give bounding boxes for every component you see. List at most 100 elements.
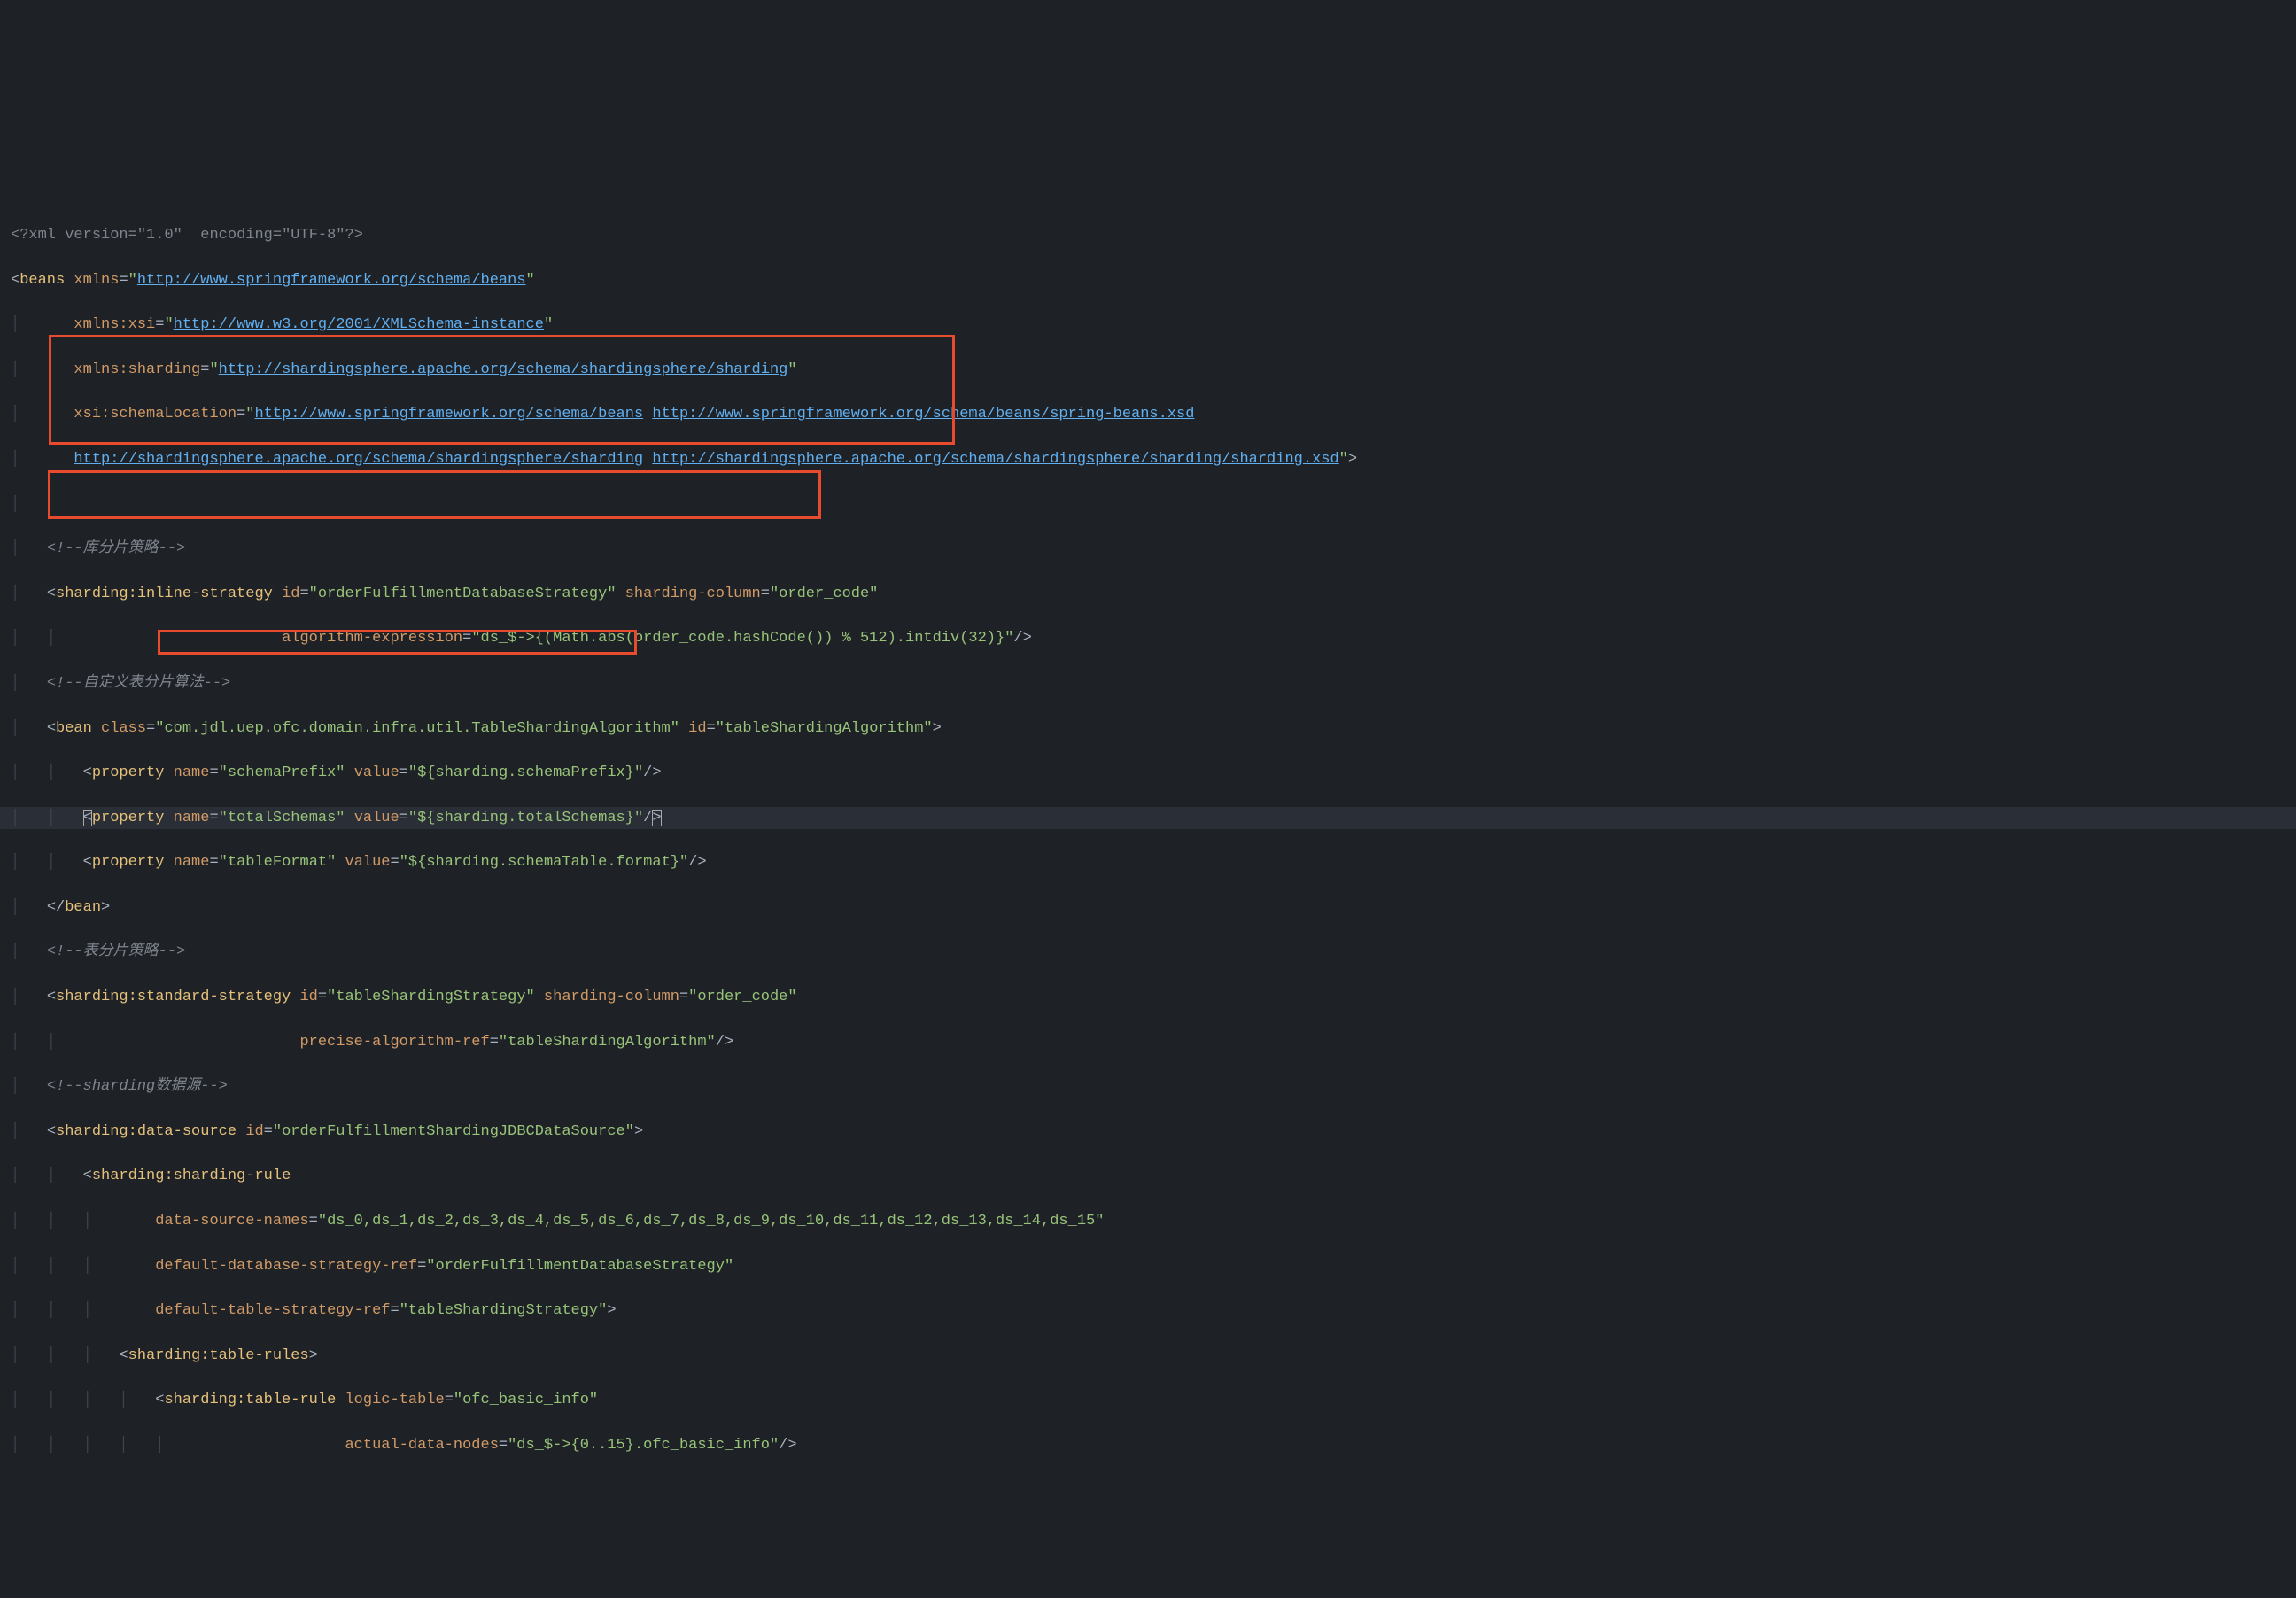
code-line[interactable]: │ <!--sharding数据源-->: [0, 1075, 2296, 1098]
attr-name: xmlns:sharding: [74, 361, 200, 378]
code-line[interactable]: │ <sharding:data-source id="orderFulfill…: [0, 1121, 2296, 1143]
code-line[interactable]: │ <sharding:standard-strategy id="tableS…: [0, 986, 2296, 1008]
code-line[interactable]: │ xmlns:sharding="http://shardingsphere.…: [0, 359, 2296, 381]
attr-value: "ds_0,ds_1,ds_2,ds_3,ds_4,ds_5,ds_6,ds_7…: [318, 1213, 1105, 1230]
tag-name: sharding:inline-strategy: [56, 586, 273, 602]
comment: <!--表分片策略-->: [47, 943, 185, 960]
code-line[interactable]: │ <!--表分片策略-->: [0, 941, 2296, 963]
attr-name: name: [174, 854, 210, 871]
tag-name: sharding:standard-strategy: [56, 989, 291, 1005]
code-line[interactable]: <beans xmlns="http://www.springframework…: [0, 269, 2296, 291]
code-line[interactable]: │: [0, 493, 2296, 516]
code-line[interactable]: │ xmlns:xsi="http://www.w3.org/2001/XMLS…: [0, 314, 2296, 336]
code-line[interactable]: │ │ <property name="schemaPrefix" value=…: [0, 762, 2296, 784]
code-line[interactable]: │ http://shardingsphere.apache.org/schem…: [0, 448, 2296, 470]
attr-name: actual-data-nodes: [345, 1437, 498, 1454]
url[interactable]: http://www.springframework.org/schema/be…: [137, 272, 526, 289]
code-line[interactable]: │ │ │ │ │ actual-data-nodes="ds_$->{0..1…: [0, 1434, 2296, 1456]
attr-value: "order_code": [688, 989, 796, 1005]
tag-name: bean: [56, 720, 92, 737]
code-line[interactable]: │ </bean>: [0, 896, 2296, 919]
tag-name: sharding:table-rules: [128, 1347, 309, 1364]
attr-value: "tableShardingAlgorithm": [499, 1034, 716, 1051]
attr-name: sharding-column: [544, 989, 679, 1005]
attr-value: "tableShardingStrategy": [399, 1302, 608, 1319]
tag-name: property: [92, 854, 165, 871]
attr-name: name: [174, 764, 210, 781]
xml-pi-open: <?xml: [11, 227, 65, 244]
code-line[interactable]: │ │ algorithm-expression="ds_$->{(Math.a…: [0, 627, 2296, 649]
url[interactable]: http://www.springframework.org/schema/be…: [254, 406, 643, 423]
tag-name: sharding:sharding-rule: [92, 1167, 291, 1184]
attr-value: "${sharding.schemaPrefix}": [408, 764, 643, 781]
attr-value: "tableFormat": [219, 854, 337, 871]
attr-name: encoding: [200, 227, 273, 244]
tag-name: property: [92, 810, 165, 826]
code-line-active[interactable]: │ │ <property name="totalSchemas" value=…: [0, 807, 2296, 829]
attr-name: precise-algorithm-ref: [299, 1034, 489, 1051]
attr-name: default-database-strategy-ref: [155, 1258, 417, 1275]
attr-value: "schemaPrefix": [219, 764, 345, 781]
attr-name: class: [101, 720, 146, 737]
url[interactable]: http://shardingsphere.apache.org/schema/…: [74, 451, 643, 468]
attr-name: version: [65, 227, 128, 244]
attr-name: id: [688, 720, 706, 737]
attr-value: "com.jdl.uep.ofc.domain.infra.util.Table…: [155, 720, 679, 737]
code-line[interactable]: │ │ <sharding:sharding-rule: [0, 1165, 2296, 1187]
tag-name: sharding:table-rule: [164, 1392, 336, 1408]
attr-name: value: [354, 764, 399, 781]
code-line[interactable]: <?xml version="1.0" encoding="UTF-8"?>: [0, 224, 2296, 246]
attr-name: id: [245, 1123, 263, 1140]
tag-name: property: [92, 764, 165, 781]
url[interactable]: http://www.springframework.org/schema/be…: [652, 406, 1194, 423]
attr-value: "orderFulfillmentDatabaseStrategy": [309, 586, 617, 602]
attr-name: logic-table: [345, 1392, 444, 1408]
code-line[interactable]: │ <!--库分片策略-->: [0, 538, 2296, 560]
attr-value: "orderFulfillmentDatabaseStrategy": [426, 1258, 733, 1275]
tag-name: sharding:data-source: [56, 1123, 237, 1140]
code-line[interactable]: │ │ <property name="tableFormat" value="…: [0, 851, 2296, 873]
code-line[interactable]: │ │ precise-algorithm-ref="tableSharding…: [0, 1031, 2296, 1053]
code-line[interactable]: │ │ │ default-database-strategy-ref="ord…: [0, 1255, 2296, 1277]
code-line[interactable]: │ │ │ data-source-names="ds_0,ds_1,ds_2,…: [0, 1210, 2296, 1232]
url[interactable]: http://shardingsphere.apache.org/schema/…: [219, 361, 788, 378]
code-line[interactable]: │ xsi:schemaLocation="http://www.springf…: [0, 403, 2296, 425]
attr-name: sharding-column: [625, 586, 761, 602]
attr-name: default-table-strategy-ref: [155, 1302, 390, 1319]
tag-name: beans: [19, 272, 65, 289]
attr-value: "totalSchemas": [219, 810, 345, 826]
code-editor[interactable]: <?xml version="1.0" encoding="UTF-8"?> <…: [0, 89, 2296, 1478]
attr-value: "tableShardingStrategy": [327, 989, 535, 1005]
tag-name: bean: [65, 899, 101, 916]
code-line[interactable]: │ │ │ │ <sharding:table-rule logic-table…: [0, 1389, 2296, 1411]
attr-value: "1.0": [137, 227, 182, 244]
code-line[interactable]: │ │ │ <sharding:table-rules>: [0, 1345, 2296, 1367]
url[interactable]: http://www.w3.org/2001/XMLSchema-instanc…: [174, 316, 544, 333]
attr-name: id: [282, 586, 299, 602]
attr-value: "tableShardingAlgorithm": [716, 720, 933, 737]
attr-value: "orderFulfillmentShardingJDBCDataSource": [273, 1123, 634, 1140]
attr-name: algorithm-expression: [282, 630, 462, 647]
code-line[interactable]: │ <sharding:inline-strategy id="orderFul…: [0, 583, 2296, 605]
attr-name: xsi:schemaLocation: [74, 406, 237, 423]
highlight-box-1: [49, 335, 955, 445]
attr-value: "ofc_basic_info": [454, 1392, 598, 1408]
attr-name: id: [299, 989, 317, 1005]
attr-name: xmlns: [74, 272, 119, 289]
attr-value: "order_code": [770, 586, 878, 602]
code-line[interactable]: │ <bean class="com.jdl.uep.ofc.domain.in…: [0, 718, 2296, 740]
comment: <!--库分片策略-->: [47, 540, 185, 557]
code-line[interactable]: │ <!--自定义表分片算法-->: [0, 672, 2296, 694]
attr-value: "ds_$->{0..15}.ofc_basic_info": [508, 1437, 779, 1454]
attr-name: value: [345, 854, 391, 871]
attr-value: "${sharding.schemaTable.format}": [399, 854, 688, 871]
xml-pi-close: ?>: [345, 227, 363, 244]
attr-name: name: [174, 810, 210, 826]
attr-value: "ds_$->{(Math.abs(order_code.hashCode())…: [471, 630, 1013, 647]
attr-name: data-source-names: [155, 1213, 308, 1230]
code-line[interactable]: │ │ │ default-table-strategy-ref="tableS…: [0, 1299, 2296, 1322]
comment: <!--sharding数据源-->: [47, 1078, 228, 1095]
comment: <!--自定义表分片算法-->: [47, 675, 230, 692]
attr-name: xmlns:xsi: [74, 316, 155, 333]
url[interactable]: http://shardingsphere.apache.org/schema/…: [652, 451, 1338, 468]
